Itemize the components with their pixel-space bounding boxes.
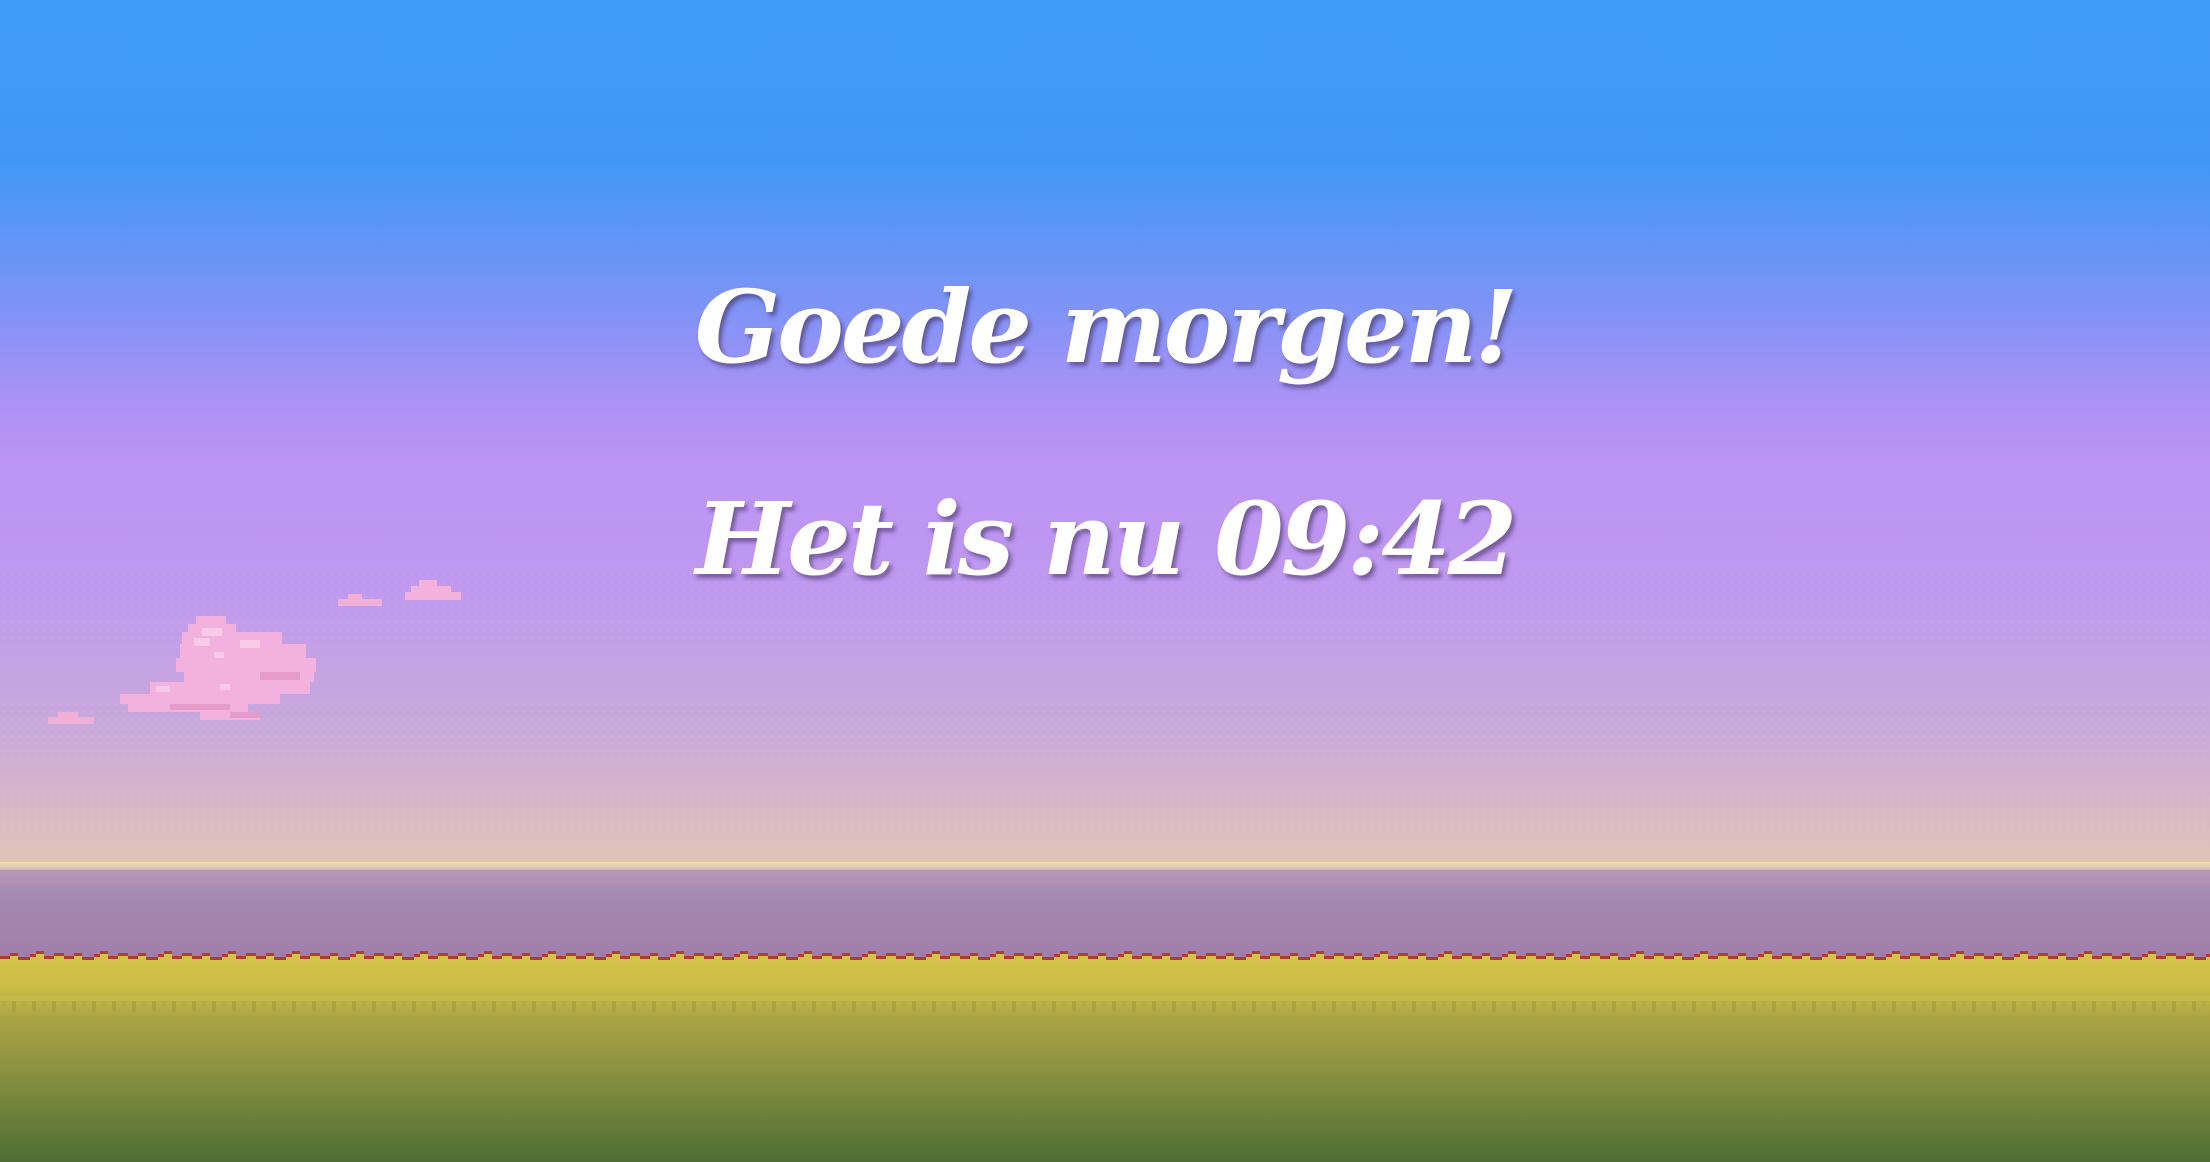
background-scene xyxy=(0,0,2210,1162)
cloud-large xyxy=(120,616,316,720)
water-highlight xyxy=(0,878,2210,884)
grass-fringe xyxy=(0,995,2210,1015)
cloud-small xyxy=(405,580,461,600)
cloud-low-left xyxy=(48,712,94,724)
sky-dither-band xyxy=(0,790,2210,850)
grass-ground xyxy=(0,960,2210,1162)
cloud-tiny xyxy=(338,594,382,606)
horizon-line xyxy=(0,862,2210,870)
